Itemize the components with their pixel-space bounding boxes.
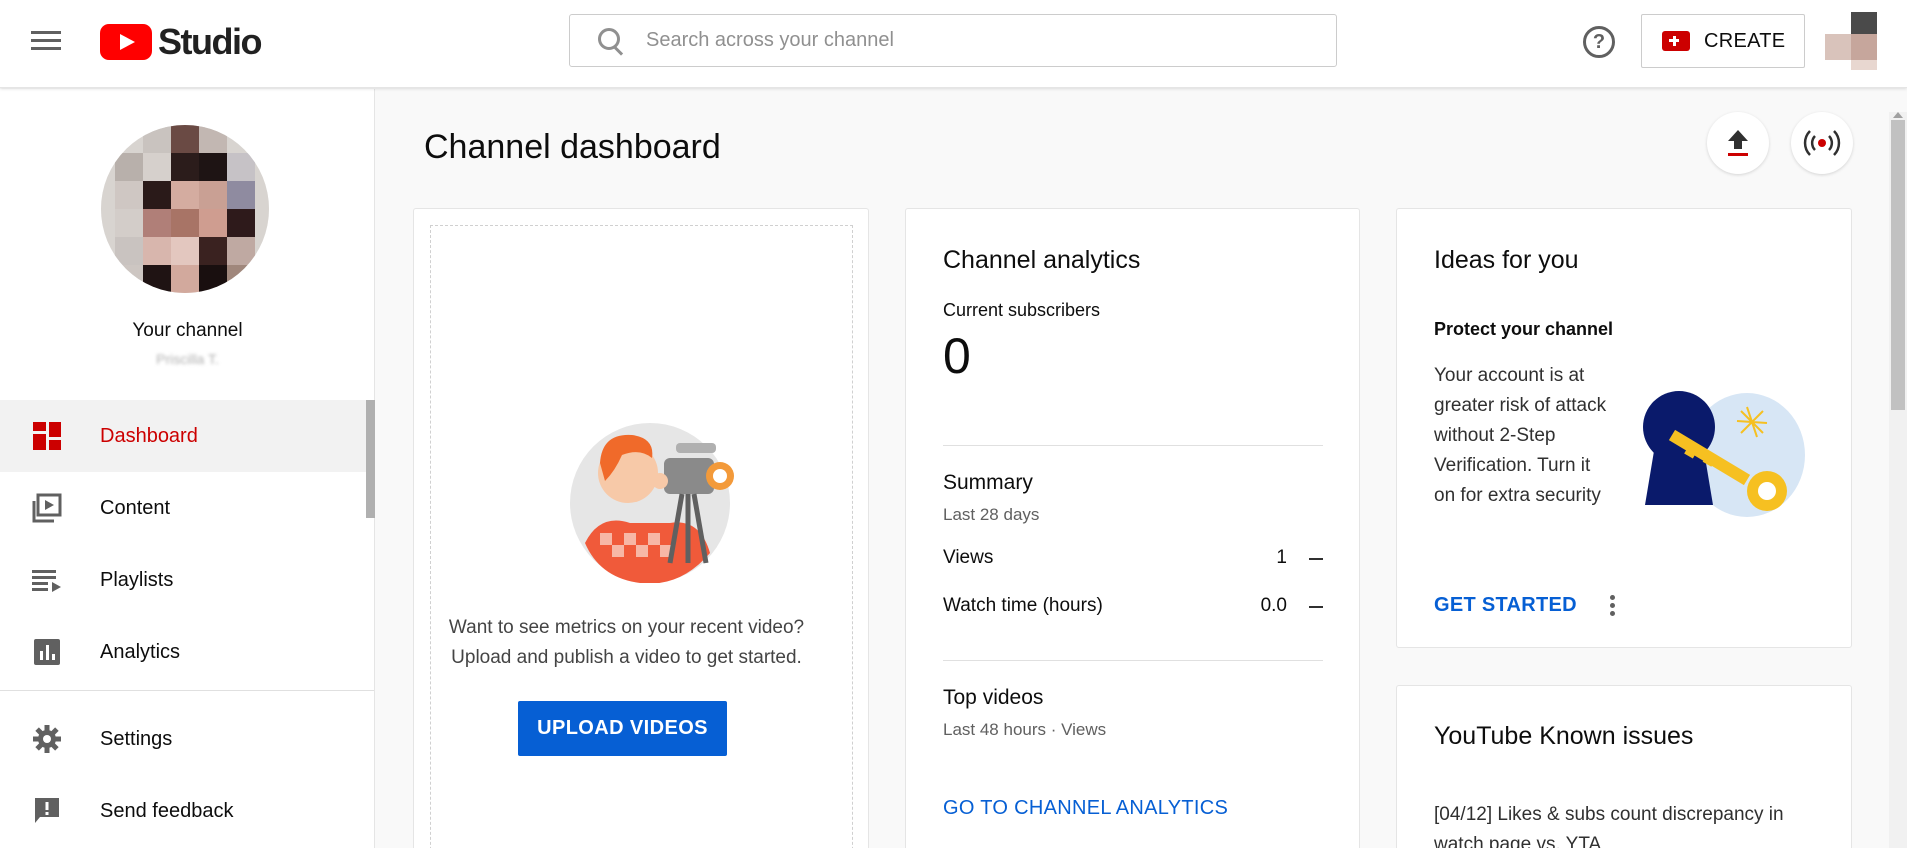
sidebar-item-playlists[interactable]: Playlists xyxy=(0,544,375,616)
search-bar[interactable] xyxy=(569,14,1337,67)
help-icon[interactable]: ? xyxy=(1583,26,1615,58)
metric-row-views: Views 1 xyxy=(943,547,1323,577)
search-icon[interactable] xyxy=(596,26,626,56)
channel-title: Your channel xyxy=(132,320,243,341)
upload-prompt-text: Want to see metrics on your recent video… xyxy=(448,617,805,668)
ideas-subtitle: Protect your channel xyxy=(1434,319,1614,339)
playlists-icon xyxy=(32,570,61,592)
sidebar-item-analytics[interactable]: Analytics xyxy=(0,616,375,688)
sidebar-item-label: Content xyxy=(100,496,171,519)
sidebar-item-label: Playlists xyxy=(100,568,174,591)
top-videos-title: Top videos xyxy=(943,686,1044,709)
create-video-icon xyxy=(1662,31,1690,51)
summary-title: Summary xyxy=(943,471,1033,494)
search-input[interactable] xyxy=(646,29,1296,52)
sidebar-divider xyxy=(0,690,374,691)
live-broadcast-icon xyxy=(1803,130,1841,156)
hamburger-menu-icon[interactable] xyxy=(28,26,64,62)
ideas-for-you-card: Ideas for you Protect your channel Your … xyxy=(1396,208,1852,648)
upload-button[interactable] xyxy=(1707,112,1769,174)
create-button[interactable]: CREATE xyxy=(1641,14,1805,68)
youtube-play-icon xyxy=(100,24,152,60)
ideas-title: Ideas for you xyxy=(1434,246,1579,274)
sidebar-item-content[interactable]: Content xyxy=(0,472,375,544)
analytics-title: Channel analytics xyxy=(943,246,1141,274)
sidebar-item-dashboard[interactable]: Dashboard xyxy=(0,400,375,472)
security-key-illustration xyxy=(1643,391,1805,517)
sidebar-scrollbar[interactable] xyxy=(366,400,375,518)
create-label: CREATE xyxy=(1704,29,1786,52)
metric-value: 0.0 xyxy=(1260,595,1287,616)
metric-label: Views xyxy=(943,547,994,568)
metric-label: Watch time (hours) xyxy=(943,595,1103,616)
channel-analytics-card: Channel analytics Current subscribers 0 … xyxy=(905,208,1360,848)
issues-title: YouTube Known issues xyxy=(1434,722,1694,750)
go-to-channel-analytics-link[interactable]: GO TO CHANNEL ANALYTICS xyxy=(943,797,1228,820)
dashboard-icon xyxy=(33,422,61,450)
gear-icon xyxy=(33,725,61,753)
scroll-up-icon[interactable] xyxy=(1893,112,1903,118)
metric-value: 1 xyxy=(1276,547,1287,568)
metric-row-watch-time: Watch time (hours) 0.0 xyxy=(943,595,1323,625)
channel-avatar[interactable] xyxy=(101,125,269,293)
sidebar-item-settings[interactable]: Settings xyxy=(0,703,375,775)
trend-neutral-icon xyxy=(1309,606,1323,608)
sidebar-item-send-feedback[interactable]: Send feedback xyxy=(0,775,375,847)
get-started-link[interactable]: GET STARTED xyxy=(1434,594,1577,617)
content-icon xyxy=(32,493,62,523)
camera-operator-illustration xyxy=(570,423,734,583)
page-title: Channel dashboard xyxy=(424,128,721,166)
sidebar: Your channel Priscilla T. Dashboard Cont… xyxy=(0,89,375,848)
sidebar-item-label: Analytics xyxy=(100,640,181,663)
upload-videos-button[interactable]: UPLOAD VIDEOS xyxy=(518,701,727,756)
feedback-icon xyxy=(35,798,59,823)
main-scrollbar[interactable] xyxy=(1889,112,1907,848)
subscribers-count: 0 xyxy=(943,328,971,384)
go-live-button[interactable] xyxy=(1791,112,1853,174)
analytics-icon xyxy=(34,639,60,665)
top-bar: Studio ? CREATE xyxy=(0,0,1907,88)
summary-period: Last 28 days xyxy=(943,505,1040,524)
divider xyxy=(943,445,1323,446)
account-avatar[interactable] xyxy=(1825,12,1877,70)
youtube-known-issues-card: YouTube Known issues [04/12] Likes & sub… xyxy=(1396,685,1852,848)
ideas-body-text: Your account is at greater risk of attac… xyxy=(1434,365,1607,506)
scrollbar-thumb[interactable] xyxy=(1891,120,1905,410)
upload-card: Want to see metrics on your recent video… xyxy=(413,208,869,848)
channel-name: Priscilla T. xyxy=(156,351,219,367)
sidebar-item-label: Send feedback xyxy=(100,799,234,822)
youtube-studio-logo[interactable]: Studio xyxy=(100,21,262,62)
more-options-icon[interactable] xyxy=(1602,593,1622,617)
sidebar-item-label: Settings xyxy=(100,727,173,750)
subscribers-label: Current subscribers xyxy=(943,300,1101,320)
sidebar-item-label: Dashboard xyxy=(100,424,198,447)
trend-neutral-icon xyxy=(1309,558,1323,560)
logo-text: Studio xyxy=(158,21,262,62)
top-videos-period: Last 48 hours · Views xyxy=(943,720,1107,739)
divider xyxy=(943,660,1323,661)
upload-icon xyxy=(1728,130,1748,156)
issues-text: [04/12] Likes & subs count discrepancy i… xyxy=(1434,804,1784,848)
